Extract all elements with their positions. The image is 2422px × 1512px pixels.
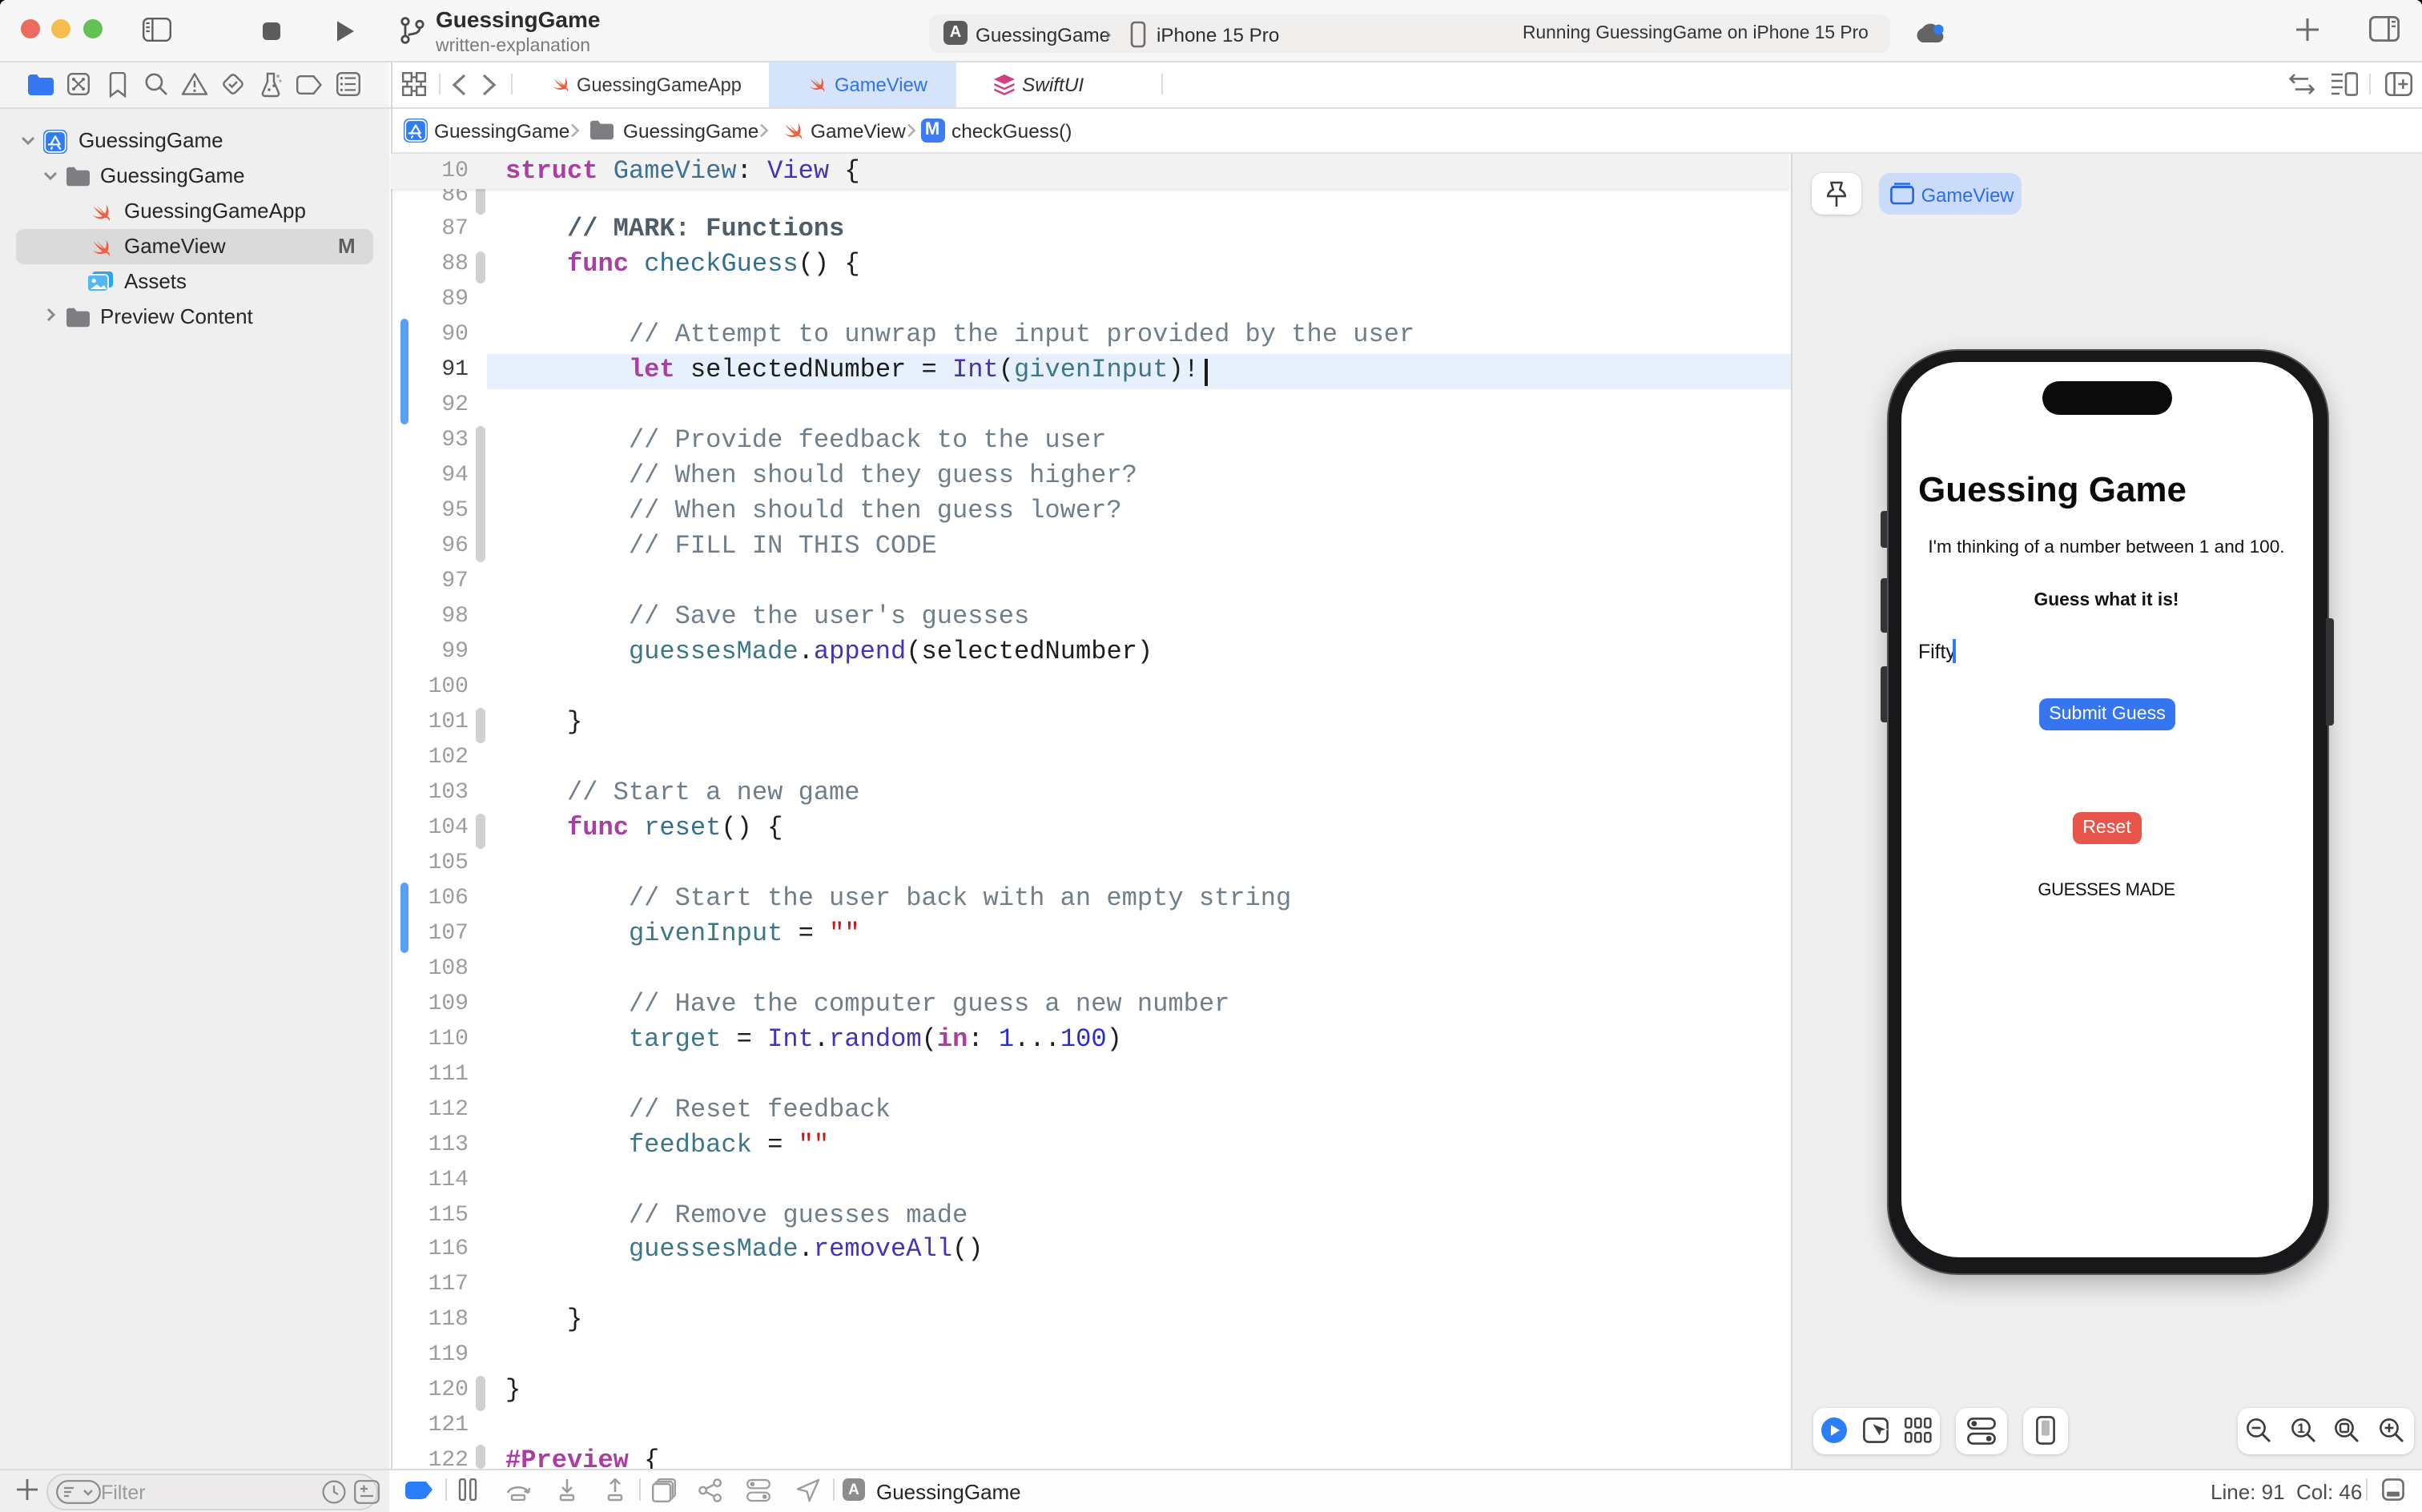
svg-text:1: 1 — [2296, 1421, 2303, 1436]
